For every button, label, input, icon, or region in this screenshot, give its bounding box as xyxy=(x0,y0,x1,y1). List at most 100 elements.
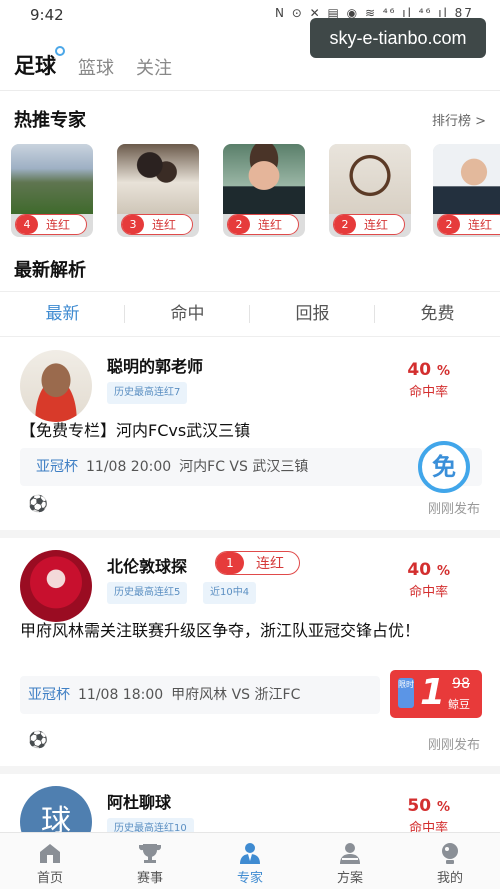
divider xyxy=(0,530,500,538)
original-price: 98 xyxy=(452,676,470,692)
tab-basketball[interactable]: 篮球 xyxy=(78,54,114,80)
match-teams: 河内FC VS 武汉三镇 xyxy=(179,459,309,475)
limited-tag: 限时 xyxy=(398,678,414,708)
avatar[interactable] xyxy=(20,550,92,622)
hit-rate: 40 % 命中率 xyxy=(407,560,450,600)
recent-hit-tag: 近10中4 xyxy=(203,582,257,604)
streak-label: 连红 xyxy=(152,218,177,232)
nav-profile[interactable]: 我的 xyxy=(400,833,500,889)
list-item[interactable]: 聪明的郭老师 历史最高连红7 40 % 命中率 【免费专栏】河内FCvs武汉三镇… xyxy=(0,338,500,530)
streak-label: 连红 xyxy=(468,218,493,232)
filter-free[interactable]: 免费 xyxy=(375,292,500,336)
plan-icon xyxy=(340,843,360,864)
football-icon: ⚽ xyxy=(28,730,48,749)
expert-name[interactable]: 阿杜聊球 xyxy=(107,789,171,813)
hit-rate-label: 命中率 xyxy=(409,385,449,400)
tab-following[interactable]: 关注 xyxy=(136,54,172,80)
match-time: 11/08 18:00 xyxy=(78,687,164,703)
expert-card[interactable]: 2 连红 xyxy=(223,144,305,237)
expert-card[interactable]: 2 连红 xyxy=(433,144,500,237)
watermark: sky-e-tianbo.com xyxy=(310,18,486,58)
expert-name[interactable]: 北伦敦球探 xyxy=(107,553,187,577)
match-info[interactable]: 亚冠杯 11/08 18:00 甲府风林 VS 浙江FC xyxy=(20,676,380,714)
latest-analysis-title: 最新解析 xyxy=(14,260,86,281)
streak-count: 1 xyxy=(216,552,244,574)
filter-return[interactable]: 回报 xyxy=(250,292,375,336)
expert-card[interactable]: 2 连红 xyxy=(329,144,411,237)
list-item[interactable]: 北伦敦球探 1 连红 历史最高连红5 近10中4 40 % 命中率 甲府风林需关… xyxy=(0,538,500,766)
hit-rate-number: 40 xyxy=(407,360,432,380)
hit-rate-label: 命中率 xyxy=(409,821,449,832)
streak-badge: 1 连红 xyxy=(215,551,300,575)
streak-count: 2 xyxy=(228,215,250,234)
publish-status: 刚刚发布 xyxy=(427,738,480,753)
item-title[interactable]: 【免费专栏】河内FCvs武汉三镇 xyxy=(20,418,480,444)
streak-count: 3 xyxy=(122,215,144,234)
streak-label: 连红 xyxy=(258,218,283,232)
football-icon: ⚽ xyxy=(28,494,48,513)
nav-plans[interactable]: 方案 xyxy=(300,833,400,889)
home-icon xyxy=(40,844,60,863)
nav-label: 首页 xyxy=(36,871,63,886)
match-teams: 甲府风林 VS 浙江FC xyxy=(171,687,301,703)
history-streak-tag: 历史最高连红7 xyxy=(107,382,188,404)
filter-hit[interactable]: 命中 xyxy=(125,292,250,336)
expert-photo xyxy=(223,144,305,214)
price-button[interactable]: 限时 1 98 鲸豆 xyxy=(390,670,482,718)
hit-rate-unit: % xyxy=(436,800,450,815)
expert-photo xyxy=(11,144,93,214)
hot-experts-carousel[interactable]: 4 连红 3 连红 2 连红 2 连红 2 连红 xyxy=(11,144,500,240)
match-info[interactable]: 亚冠杯 11/08 20:00 河内FC VS 武汉三镇 xyxy=(20,448,482,486)
streak-label: 连红 xyxy=(364,218,389,232)
match-cup: 亚冠杯 xyxy=(36,459,78,475)
avatar[interactable]: 球 xyxy=(20,786,92,832)
hit-rate-unit: % xyxy=(436,564,450,579)
filter-tabs: 最新 命中 回报 免费 xyxy=(0,291,500,337)
filter-label: 回报 xyxy=(295,304,330,324)
sport-tabs: 足球 篮球 关注 xyxy=(14,44,194,80)
streak-count: 2 xyxy=(334,215,356,234)
nav-label: 专家 xyxy=(236,871,263,886)
trophy-icon xyxy=(138,844,162,863)
avatar[interactable] xyxy=(20,350,92,422)
publish-status: 刚刚发布 xyxy=(427,502,480,517)
avatar-text: 球 xyxy=(41,804,71,832)
filter-latest[interactable]: 最新 xyxy=(0,292,125,336)
price-value: 1 xyxy=(420,672,446,713)
tab-football[interactable]: 足球 xyxy=(14,46,65,80)
price-unit: 鲸豆 xyxy=(448,698,470,711)
streak-count: 2 xyxy=(438,215,460,234)
history-streak-tag: 历史最高连红5 xyxy=(107,582,188,604)
profile-icon xyxy=(442,843,458,864)
streak-badge: 3 连红 xyxy=(121,214,193,235)
streak-badge: 2 连红 xyxy=(227,214,299,235)
nav-events[interactable]: 赛事 xyxy=(100,833,200,889)
ranking-link[interactable]: 排行榜 > xyxy=(432,110,486,129)
divider xyxy=(0,90,500,91)
nav-home[interactable]: 首页 xyxy=(0,833,100,889)
nav-label: 方案 xyxy=(336,871,363,886)
expert-name[interactable]: 聪明的郭老师 xyxy=(107,353,203,377)
expert-card[interactable]: 4 连红 xyxy=(11,144,93,237)
expert-card[interactable]: 3 连红 xyxy=(117,144,199,237)
list-item[interactable]: 球 阿杜聊球 历史最高连红10 50 % 命中率 xyxy=(0,774,500,832)
bottom-nav: 首页 赛事 专家 方案 我的 xyxy=(0,832,500,889)
status-time: 9:42 xyxy=(30,6,64,24)
expert-photo xyxy=(117,144,199,214)
hit-rate: 50 % 命中率 xyxy=(407,796,450,832)
item-title[interactable]: 甲府风林需关注联赛升级区争夺，浙江队亚冠交锋占优！ xyxy=(20,618,480,644)
nav-experts[interactable]: 专家 xyxy=(200,833,300,889)
expert-photo xyxy=(329,144,411,214)
hit-rate-number: 50 xyxy=(407,796,432,816)
hit-rate-label: 命中率 xyxy=(409,585,449,600)
filter-label: 免费 xyxy=(420,304,455,324)
streak-count: 4 xyxy=(16,215,38,234)
divider xyxy=(0,766,500,774)
match-cup: 亚冠杯 xyxy=(28,687,70,703)
streak-badge: 4 连红 xyxy=(15,214,87,235)
streak-label: 连红 xyxy=(46,218,71,232)
hit-rate-value: 40 % xyxy=(407,360,450,380)
match-time: 11/08 20:00 xyxy=(86,459,172,475)
hit-rate-number: 40 xyxy=(407,560,432,580)
hot-experts-title: 热推专家 xyxy=(14,110,86,131)
